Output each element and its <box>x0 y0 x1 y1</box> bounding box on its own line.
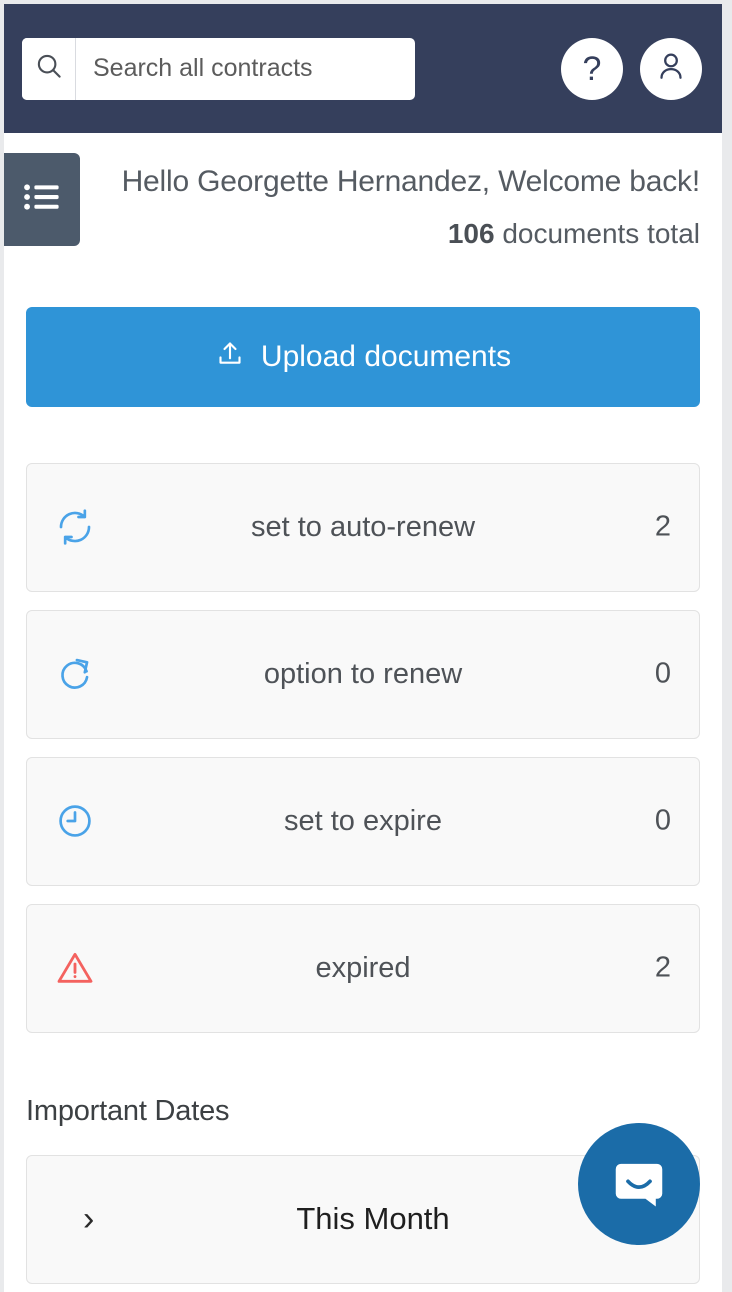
auto-renew-icon <box>54 506 96 548</box>
document-count: 106 <box>447 218 495 250</box>
greeting-text: Hello Georgette Hernandez, Welcome back!… <box>4 133 701 251</box>
app-viewport: ? <box>0 0 732 1292</box>
document-total: 106 documents total <box>4 217 700 251</box>
status-card-set-to-expire[interactable]: set to expire 0 <box>26 756 700 886</box>
important-dates-title: Important Dates <box>26 1094 230 1127</box>
search-input[interactable] <box>76 37 415 100</box>
status-label: set to expire <box>284 804 442 837</box>
help-button[interactable]: ? <box>561 37 623 100</box>
upload-icon <box>215 338 245 376</box>
warning-triangle-icon <box>54 947 96 989</box>
clock-icon <box>54 800 96 842</box>
chat-bubble-icon <box>608 1151 670 1218</box>
welcome-message: Hello Georgette Hernandez, Welcome back! <box>121 165 701 198</box>
list-menu-icon <box>24 182 60 217</box>
page: ? <box>4 4 722 1292</box>
status-label: expired <box>315 951 411 984</box>
document-total-suffix: documents total <box>494 218 700 250</box>
search-bar <box>22 37 415 100</box>
status-card-auto-renew[interactable]: set to auto-renew 2 <box>26 462 700 592</box>
status-count: 0 <box>654 804 671 837</box>
top-navigation-bar: ? <box>4 4 722 133</box>
chevron-right-icon: › <box>83 1200 95 1239</box>
account-button[interactable] <box>640 37 702 100</box>
status-label: option to renew <box>263 657 463 690</box>
upload-documents-button[interactable]: Upload documents <box>26 306 700 407</box>
question-mark-icon: ? <box>582 49 602 88</box>
status-card-expired[interactable]: expired 2 <box>26 903 700 1033</box>
menu-button[interactable] <box>4 153 80 246</box>
upload-documents-label: Upload documents <box>260 339 512 373</box>
renew-icon <box>54 653 96 695</box>
user-icon <box>654 49 688 88</box>
status-count: 0 <box>654 657 671 690</box>
search-button[interactable] <box>22 37 76 100</box>
greeting-section: Hello Georgette Hernandez, Welcome back!… <box>4 133 722 251</box>
search-icon <box>34 51 64 86</box>
status-summary-list: set to auto-renew 2 option to renew 0 se… <box>26 462 700 1033</box>
status-label: set to auto-renew <box>250 510 476 543</box>
status-count: 2 <box>654 510 671 543</box>
status-count: 2 <box>654 951 671 984</box>
chat-launcher-button[interactable] <box>578 1123 700 1245</box>
status-card-option-to-renew[interactable]: option to renew 0 <box>26 609 700 739</box>
topbar-actions: ? <box>561 37 702 100</box>
